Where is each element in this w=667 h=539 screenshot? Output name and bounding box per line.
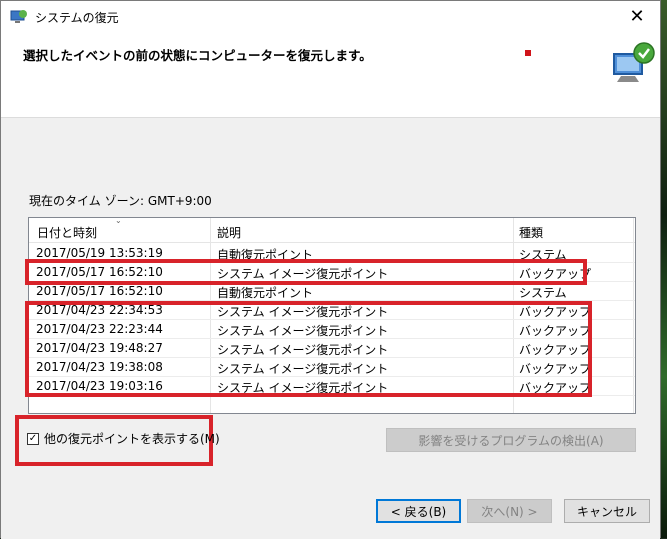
- back-button[interactable]: < 戻る(B): [376, 499, 461, 523]
- row-type: システム: [519, 286, 567, 300]
- close-icon: ✕: [629, 6, 645, 27]
- system-restore-large-icon: [613, 42, 655, 82]
- row-datetime: 2017/05/17 16:52:10: [36, 284, 163, 298]
- column-header-datetime[interactable]: 日付と時刻: [37, 224, 97, 241]
- table-header: ⌄ 日付と時刻 説明 種類: [29, 218, 635, 243]
- column-header-type[interactable]: 種類: [519, 224, 543, 241]
- window-title: システムの復元: [35, 11, 119, 25]
- sort-chevron-icon: ⌄: [115, 217, 122, 225]
- system-restore-window: システムの復元 ✕ 選択したイベントの前の状態にコンピューターを復元します。 現…: [0, 0, 661, 539]
- header-panel: 選択したイベントの前の状態にコンピューターを復元します。: [1, 32, 660, 118]
- instruction-text: 選択したイベントの前の状態にコンピューターを復元します。: [23, 48, 372, 63]
- show-more-label: 他の復元ポイントを表示する(M): [44, 432, 220, 446]
- highlight-box-single: [25, 259, 587, 285]
- red-marker: [525, 50, 531, 56]
- scan-affected-programs-button[interactable]: 影響を受けるプログラムの検出(A): [386, 428, 636, 452]
- desktop-background: [661, 0, 667, 538]
- title-bar: システムの復元 ✕: [1, 1, 660, 32]
- show-more-checkbox[interactable]: ✓: [27, 432, 39, 445]
- show-more-option[interactable]: ✓ 他の復元ポイントを表示する(M): [27, 430, 220, 447]
- row-datetime: 2017/05/19 13:53:19: [36, 246, 163, 260]
- system-restore-icon: [10, 10, 27, 23]
- column-header-description[interactable]: 説明: [217, 224, 241, 241]
- timezone-label: 現在のタイム ゾーン: GMT+9:00: [29, 194, 212, 208]
- row-description: 自動復元ポイント: [217, 286, 314, 300]
- highlight-box-group: [25, 301, 592, 397]
- footer-bar: [1, 481, 660, 539]
- close-button[interactable]: ✕: [614, 1, 660, 32]
- cancel-button[interactable]: キャンセル: [564, 499, 650, 523]
- next-button[interactable]: 次へ(N) >: [467, 499, 552, 523]
